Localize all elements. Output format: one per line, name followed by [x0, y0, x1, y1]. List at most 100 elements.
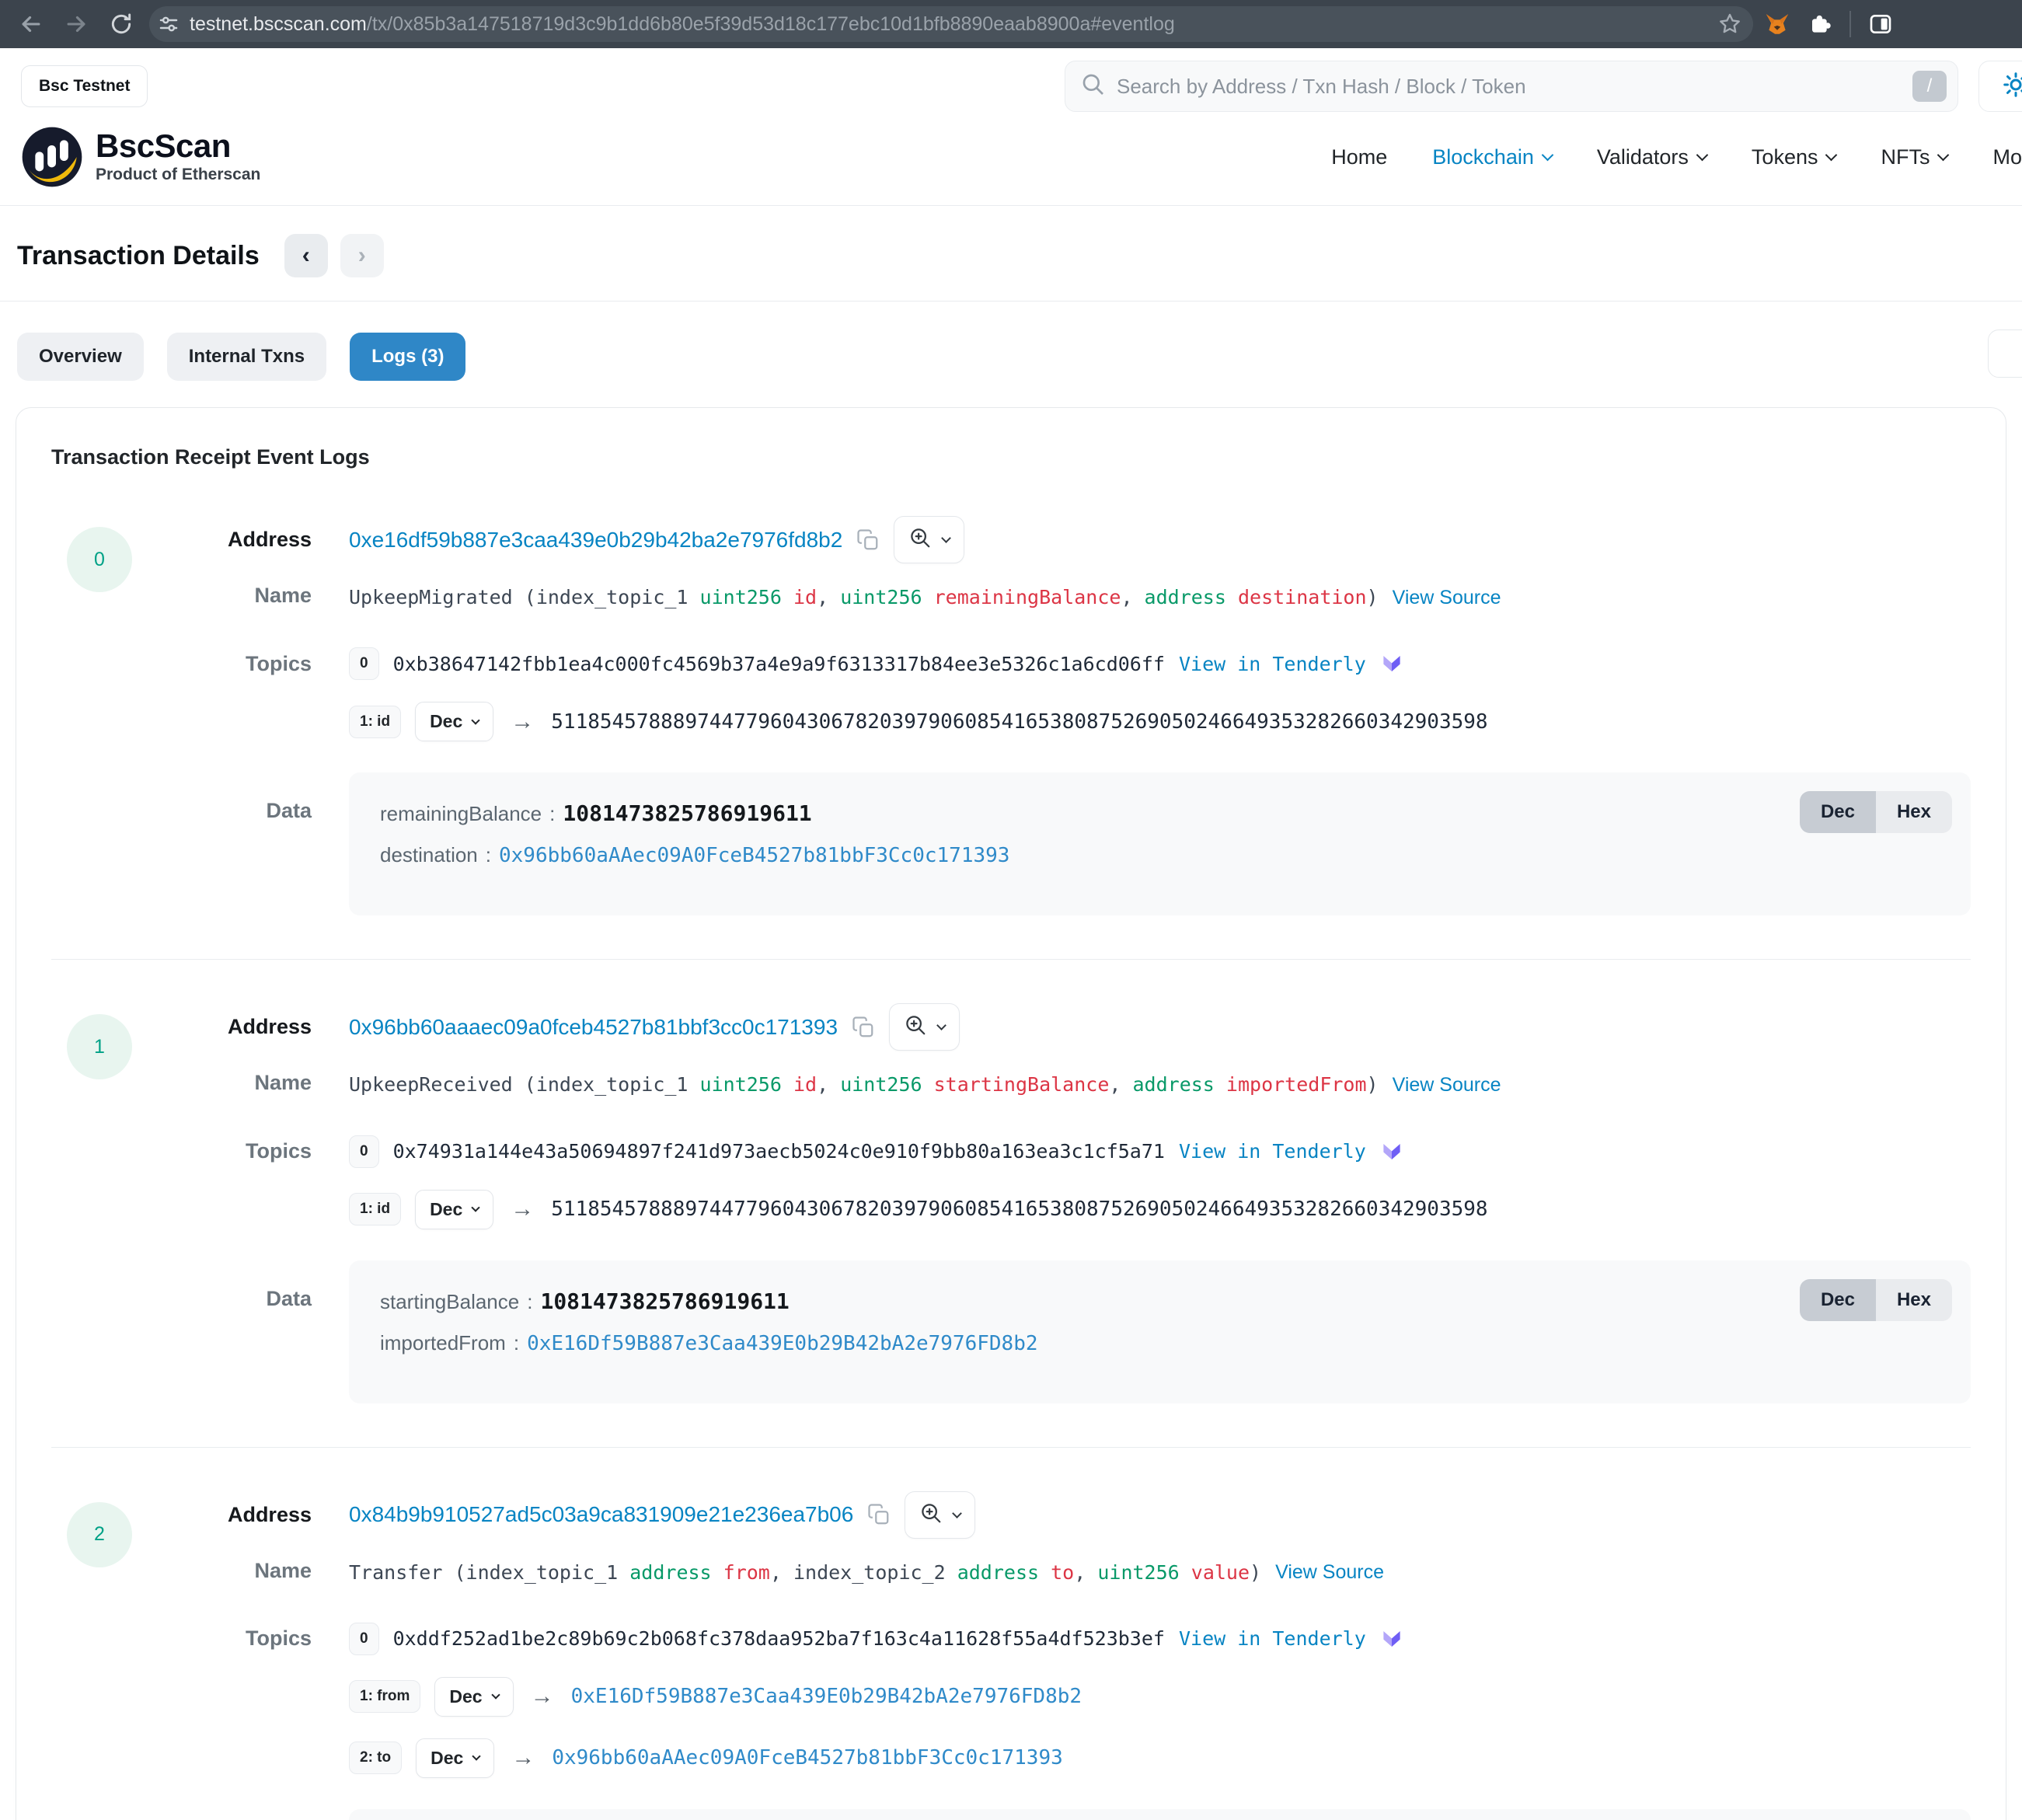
network-badge[interactable]: Bsc Testnet [21, 65, 148, 107]
nav-tokens[interactable]: Tokens [1752, 145, 1836, 169]
signature-part: address [957, 1561, 1039, 1584]
address-filter-button[interactable] [905, 1491, 975, 1539]
tenderly-icon[interactable] [1380, 1627, 1403, 1651]
signature-part [1180, 1561, 1191, 1584]
log-name-row: NameTransfer (index_topic_1 address from… [168, 1559, 1971, 1587]
view-in-tenderly-link[interactable]: View in Tenderly [1179, 653, 1366, 675]
signature-part: address [1145, 586, 1226, 608]
log-index-badge: 0 [67, 527, 132, 592]
chevron-down-icon [936, 1020, 947, 1030]
signature-part: uint256 [1097, 1561, 1179, 1584]
dec-toggle-button[interactable]: Dec [1800, 791, 1876, 833]
browser-extensions-area [1764, 11, 2008, 37]
address-filter-button[interactable] [894, 516, 964, 563]
log-divider [51, 959, 1971, 960]
bscscan-logo[interactable]: BscScan Product of Etherscan [21, 126, 260, 188]
topic-format-value: Dec [430, 1199, 462, 1220]
log-name-row: NameUpkeepMigrated (index_topic_1 uint25… [168, 584, 1971, 612]
hex-toggle-button[interactable]: Hex [1876, 1279, 1952, 1321]
extensions-puzzle-icon[interactable] [1808, 12, 1832, 37]
data-value-address[interactable]: 0x96bb60aAAec09A0FceB4527b81bbF3Cc0c1713… [499, 844, 1009, 867]
log-divider [51, 1447, 1971, 1448]
view-in-tenderly-link[interactable]: View in Tenderly [1179, 1140, 1366, 1163]
log-topics-row-label: Topics [168, 1139, 312, 1163]
view-source-link[interactable]: View Source [1393, 587, 1501, 609]
topic-param-badge: 1: id [349, 1193, 401, 1226]
topic-value-number: 5118545788897447796043067820397906085416… [551, 1198, 1487, 1221]
log-address-link[interactable]: 0x96bb60aaaec09a0fceb4527b81bbf3cc0c1713… [349, 1015, 838, 1040]
browser-forward-icon[interactable] [59, 7, 93, 41]
sun-icon [2002, 71, 2022, 103]
site-header-top: Bsc Testnet / [0, 48, 2022, 118]
tenderly-icon[interactable] [1380, 1140, 1403, 1163]
view-in-tenderly-link[interactable]: View in Tenderly [1179, 1627, 1366, 1650]
copy-address-icon[interactable] [856, 528, 880, 552]
tab-internal-txns[interactable]: Internal Txns [167, 333, 326, 381]
tab-bar-overflow-button[interactable] [1988, 329, 2022, 378]
dec-toggle-button[interactable]: Dec [1800, 1279, 1876, 1321]
browser-reload-icon[interactable] [104, 7, 138, 41]
browser-url-bar[interactable]: testnet.bscscan.com/tx/0x85b3a147518719d… [149, 6, 1753, 42]
chevron-down-icon [952, 1508, 962, 1518]
theme-toggle-button[interactable] [1978, 61, 2022, 112]
topic-value-address[interactable]: 0x96bb60aAAec09A0FceB4527b81bbF3Cc0c1713… [552, 1746, 1062, 1769]
signature-part: Transfer (index_topic_1 [349, 1561, 629, 1584]
signature-part: uint256 [840, 1073, 922, 1096]
tab-overview[interactable]: Overview [17, 333, 144, 381]
nav-more[interactable]: More [1992, 145, 2022, 169]
event-log-entry: 0Address0xe16df59b887e3caa439e0b29b42ba2… [51, 516, 1971, 915]
data-value-address[interactable]: 0xE16Df59B887e3Caa439E0b29B42bA2e7976FD8… [527, 1332, 1037, 1355]
log-index-column: 2 [51, 1491, 168, 1820]
data-key: destination [380, 843, 478, 867]
nav-validators[interactable]: Validators [1597, 145, 1706, 169]
side-panel-icon[interactable] [1868, 12, 1893, 37]
magnifier-plus-icon [908, 526, 932, 553]
previous-txn-button[interactable]: ‹ [284, 234, 328, 277]
view-source-link[interactable]: View Source [1275, 1561, 1384, 1584]
data-key: importedFrom [380, 1331, 506, 1355]
nav-home[interactable]: Home [1331, 145, 1387, 169]
next-txn-button[interactable]: › [340, 234, 384, 277]
copy-address-icon[interactable] [867, 1503, 891, 1526]
signature-part: remainingBalance [934, 586, 1121, 608]
topic-format-dropdown[interactable]: Dec [415, 1190, 493, 1229]
log-name-row-content: UpkeepMigrated (index_topic_1 uint256 id… [349, 584, 1971, 612]
topic-format-dropdown[interactable]: Dec [415, 702, 493, 741]
view-source-link[interactable]: View Source [1393, 1074, 1501, 1097]
log-indexed-topic-row-content: 1: idDec→5118545788897447796043067820397… [349, 1190, 1971, 1229]
search-box[interactable]: / [1065, 61, 1958, 112]
topic-param-badge: 2: to [349, 1742, 402, 1774]
signature-part [782, 1073, 793, 1096]
chevron-down-icon [1937, 148, 1950, 161]
site-settings-icon[interactable] [157, 12, 180, 36]
log-indexed-topic-row-content: 1: fromDec→0xE16Df59B887e3Caa439E0b29B42… [349, 1677, 1971, 1717]
tab-logs[interactable]: Logs (3) [350, 333, 465, 381]
log-data-row: DataremainingBalance:1081473825786919611… [168, 772, 1971, 915]
nav-blockchain[interactable]: Blockchain [1432, 145, 1552, 169]
log-indexed-topic-row: 1: fromDec→0xE16Df59B887e3Caa439E0b29B42… [168, 1677, 1971, 1717]
topic-value-address[interactable]: 0xE16Df59B887e3Caa439E0b29B42bA2e7976FD8… [571, 1685, 1082, 1708]
topic-format-dropdown[interactable]: Dec [416, 1738, 494, 1778]
signature-part: , [1121, 586, 1144, 608]
nav-nfts[interactable]: NFTs [1881, 145, 1947, 169]
metamask-icon[interactable] [1764, 11, 1790, 37]
copy-address-icon[interactable] [852, 1016, 875, 1039]
log-topics-row-content: 00xb38647142fbb1ea4c000fc4569b37a4e9a9f6… [349, 647, 1971, 680]
log-address-link[interactable]: 0x84b9b910527ad5c03a9ca831909e21e236ea7b… [349, 1502, 853, 1527]
browser-back-icon[interactable] [14, 7, 48, 41]
log-address-link[interactable]: 0xe16df59b887e3caa439e0b29b42ba2e7976fd8… [349, 528, 842, 553]
log-data-row: DatastartingBalance:1081473825786919611i… [168, 1260, 1971, 1403]
tenderly-icon[interactable] [1380, 652, 1403, 675]
signature-part: address [1133, 1073, 1215, 1096]
address-filter-button[interactable] [889, 1003, 960, 1051]
log-address-row-content: 0xe16df59b887e3caa439e0b29b42ba2e7976fd8… [349, 516, 1971, 563]
signature-part: , [1074, 1561, 1097, 1584]
topic-format-dropdown[interactable]: Dec [434, 1677, 513, 1717]
bookmark-star-icon[interactable] [1717, 12, 1742, 37]
topic-value-number: 5118545788897447796043067820397906085416… [551, 710, 1487, 734]
log-name-row-content: Transfer (index_topic_1 address from, in… [349, 1559, 1971, 1587]
data-separator: : [483, 843, 494, 867]
signature-part: , [817, 586, 840, 608]
search-input[interactable] [1117, 75, 1902, 99]
hex-toggle-button[interactable]: Hex [1876, 791, 1952, 833]
